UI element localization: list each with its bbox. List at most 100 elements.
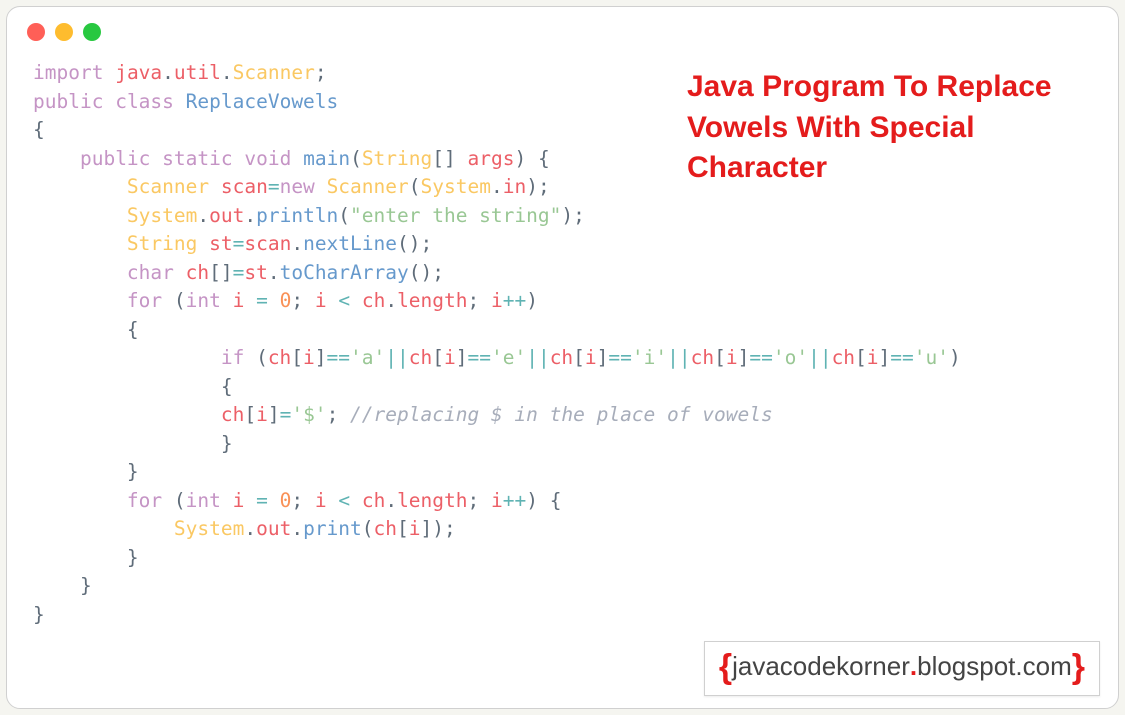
code-token: i — [867, 346, 879, 369]
code-token: ] — [597, 346, 609, 369]
code-token: ( — [409, 175, 421, 198]
code-token: { — [221, 375, 233, 398]
watermark-suffix: blogspot.com — [917, 651, 1072, 681]
code-token: String — [362, 147, 432, 170]
code-token: 'u' — [914, 346, 949, 369]
code-token: i — [256, 403, 268, 426]
code-token: == — [890, 346, 913, 369]
code-token: ( — [162, 289, 185, 312]
code-token: 'e' — [491, 346, 526, 369]
code-token: print — [303, 517, 362, 540]
code-token — [33, 147, 80, 170]
code-token — [33, 346, 221, 369]
code-token: ] — [315, 346, 327, 369]
code-token: st — [209, 232, 232, 255]
code-token: 0 — [280, 289, 292, 312]
code-token: length — [397, 289, 467, 312]
code-token: ch — [550, 346, 573, 369]
code-token: } — [80, 574, 92, 597]
code-token: ( — [350, 147, 362, 170]
code-token: i — [409, 517, 421, 540]
code-token: println — [256, 204, 338, 227]
code-token — [33, 261, 127, 284]
code-token: 'i' — [632, 346, 667, 369]
code-token: . — [244, 517, 256, 540]
code-token: { — [33, 118, 45, 141]
code-token: ch — [221, 403, 244, 426]
code-token: . — [291, 232, 303, 255]
code-token: [ — [714, 346, 726, 369]
code-token: . — [268, 261, 280, 284]
code-token: out — [256, 517, 291, 540]
code-token: out — [209, 204, 244, 227]
code-token: ; — [291, 489, 303, 512]
code-comment: //replacing $ in the place of vowels — [338, 403, 772, 426]
code-token: i — [303, 489, 326, 512]
maximize-icon[interactable] — [83, 23, 101, 41]
code-token: static — [162, 147, 232, 170]
code-token: scan — [244, 232, 291, 255]
code-token: i — [585, 346, 597, 369]
code-token: int — [186, 289, 221, 312]
close-icon[interactable] — [27, 23, 45, 41]
code-token: for — [127, 289, 162, 312]
code-token: = — [268, 175, 280, 198]
code-token: ch — [374, 517, 397, 540]
code-token: Scanner — [127, 175, 209, 198]
code-token: . — [385, 489, 397, 512]
code-token: () — [409, 261, 432, 284]
page-title: Java Program To Replace Vowels With Spec… — [687, 67, 1078, 189]
code-token: } — [127, 546, 139, 569]
code-token: scan — [221, 175, 268, 198]
window-titlebar — [7, 7, 1118, 49]
code-token: ; — [573, 204, 585, 227]
code-token: } — [221, 432, 233, 455]
code-token: == — [608, 346, 631, 369]
code-token: System — [174, 517, 244, 540]
code-token: || — [526, 346, 549, 369]
code-window: Java Program To Replace Vowels With Spec… — [6, 6, 1119, 709]
code-token: ; — [444, 517, 456, 540]
code-token: ) — [526, 489, 538, 512]
code-token: public — [80, 147, 150, 170]
watermark-prefix: javacodekorner — [732, 651, 910, 681]
code-token: ( — [244, 346, 267, 369]
code-token: i — [303, 346, 315, 369]
code-token: Scanner — [327, 175, 409, 198]
code-token: . — [385, 289, 397, 312]
code-token: char — [127, 261, 174, 284]
code-token: [ — [244, 403, 256, 426]
code-token: ) — [561, 204, 573, 227]
code-token: ( — [338, 204, 350, 227]
code-token: ( — [362, 517, 374, 540]
code-token: ReplaceVowels — [186, 90, 339, 113]
code-token: == — [327, 346, 350, 369]
code-token — [33, 289, 127, 312]
code-token — [33, 318, 127, 341]
code-token: () — [397, 232, 420, 255]
code-token: class — [115, 90, 174, 113]
code-token: ch — [362, 289, 385, 312]
code-token: [ — [573, 346, 585, 369]
code-token: length — [397, 489, 467, 512]
code-token: < — [327, 489, 362, 512]
code-token: System — [127, 204, 197, 227]
code-token: String — [127, 232, 197, 255]
code-token — [33, 204, 127, 227]
code-token — [33, 175, 127, 198]
code-token: ch — [832, 346, 855, 369]
code-token: || — [667, 346, 690, 369]
code-token: [ — [855, 346, 867, 369]
code-token: ) — [949, 346, 961, 369]
code-token: ; — [315, 61, 327, 84]
code-token: [] — [432, 147, 455, 170]
code-token: ; — [327, 403, 339, 426]
code-token: [ — [432, 346, 444, 369]
code-token — [33, 460, 127, 483]
code-token: ] — [421, 517, 433, 540]
code-token: . — [221, 61, 233, 84]
code-token: = — [233, 261, 245, 284]
code-token: ] — [268, 403, 280, 426]
minimize-icon[interactable] — [55, 23, 73, 41]
code-token: ch — [268, 346, 291, 369]
